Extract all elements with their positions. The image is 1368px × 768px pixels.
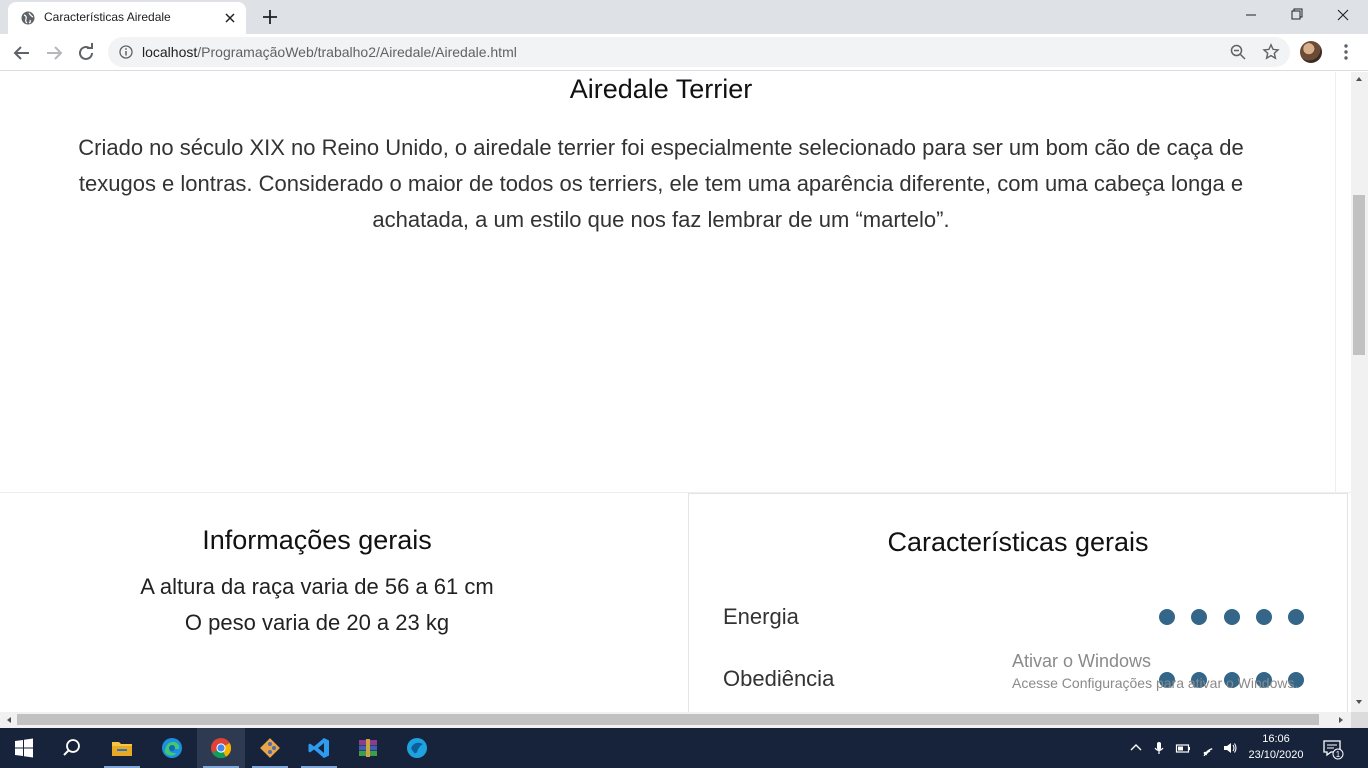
taskbar-file-explorer[interactable] <box>98 728 146 768</box>
scroll-up-arrow-icon[interactable] <box>1354 74 1364 84</box>
edge-icon <box>162 738 182 758</box>
winrar-icon <box>359 739 377 757</box>
browser-toolbar: localhost/ProgramaçãoWeb/trabalho2/Aired… <box>0 34 1368 71</box>
notification-icon[interactable]: 1 <box>1322 738 1344 760</box>
system-tray <box>1124 728 1244 768</box>
url-path: /ProgramaçãoWeb/trabalho2/Airedale/Aired… <box>197 44 517 60</box>
more-menu-icon[interactable] <box>1336 42 1356 62</box>
info-icon[interactable] <box>119 45 133 59</box>
taskbar-vscode[interactable] <box>295 728 343 768</box>
general-info-card: Informações gerais A altura da raça vari… <box>0 493 688 712</box>
minimize-window-icon[interactable] <box>1228 0 1274 30</box>
forward-arrow-icon[interactable] <box>42 41 66 65</box>
page-viewport: Airedale Terrier Criado no século XIX no… <box>0 72 1351 712</box>
taskbar-browser-app[interactable] <box>393 728 441 768</box>
rating-dot <box>1159 609 1175 625</box>
characteristics-title: Características gerais <box>887 527 1149 557</box>
bookmark-star-icon[interactable] <box>1262 43 1280 61</box>
microphone-icon[interactable] <box>1151 740 1167 756</box>
globe-icon <box>21 11 35 25</box>
vertical-scroll-thumb[interactable] <box>1353 195 1365 355</box>
rating-dot <box>1255 609 1272 625</box>
taskbar-chrome[interactable] <box>197 728 245 768</box>
start-button[interactable] <box>0 728 48 768</box>
taskbar-edge[interactable] <box>148 728 196 768</box>
page-title: Airedale Terrier <box>569 74 753 104</box>
windows-logo-icon <box>15 738 33 758</box>
new-tab-icon[interactable] <box>260 7 280 27</box>
tab-title: Características Airedale <box>44 10 171 24</box>
wifi-icon[interactable] <box>1200 740 1216 756</box>
reload-icon[interactable] <box>74 41 98 65</box>
zoom-icon[interactable] <box>1230 44 1246 60</box>
windows-taskbar: 16:06 23/10/2020 1 <box>0 728 1368 768</box>
clock-time: 16:06 <box>1262 733 1290 745</box>
search-button[interactable] <box>48 728 96 768</box>
clock-date: 23/10/2020 <box>1248 749 1304 761</box>
general-info-title: Informações gerais <box>202 525 432 555</box>
vscode-icon <box>308 738 329 758</box>
app-icon <box>407 738 427 758</box>
scroll-down-arrow-icon[interactable] <box>1354 697 1364 707</box>
watermark-subtitle: Acesse Configurações para ativar o Windo… <box>1012 675 1299 691</box>
rating-dot <box>1191 609 1208 625</box>
search-icon <box>63 739 80 756</box>
battery-icon[interactable] <box>1175 740 1191 756</box>
rating-dot <box>1288 609 1305 625</box>
trait-label-obedience: Obediência <box>723 666 835 691</box>
weight-info: O peso varia de 20 a 23 kg <box>184 610 450 635</box>
watermark-title: Ativar o Windows <box>1012 651 1152 671</box>
rating-dot <box>1223 609 1240 625</box>
taskbar-clock[interactable]: 16:06 23/10/2020 <box>1246 731 1306 763</box>
close-tab-icon[interactable] <box>222 10 238 26</box>
taskbar-winrar[interactable] <box>344 728 392 768</box>
browser-tab[interactable]: Características Airedale <box>8 2 246 34</box>
back-arrow-icon[interactable] <box>10 41 34 65</box>
folder-icon <box>112 742 132 756</box>
scrollbar-corner <box>1351 712 1368 728</box>
chrome-icon <box>211 738 232 759</box>
vertical-scrollbar[interactable] <box>1351 72 1368 712</box>
scroll-right-arrow-icon[interactable] <box>1336 715 1346 725</box>
url-host: localhost <box>142 44 198 60</box>
restore-window-icon[interactable] <box>1274 0 1320 30</box>
trait-label-energy: Energia <box>723 604 799 629</box>
address-bar[interactable]: localhost/ProgramaçãoWeb/trabalho2/Aired… <box>108 37 1290 67</box>
notification-count: 1 <box>1336 750 1341 759</box>
profile-avatar[interactable] <box>1300 41 1322 63</box>
close-window-icon[interactable] <box>1320 0 1366 30</box>
horizontal-scroll-thumb[interactable] <box>17 714 1319 725</box>
scroll-left-arrow-icon[interactable] <box>4 715 14 725</box>
windows-activation-watermark: Ativar o Windows Acesse Configurações pa… <box>1012 651 1298 691</box>
intro-paragraph: Criado no século XIX no Reino Unido, o a… <box>78 135 1244 232</box>
browser-tabstrip: Características Airedale <box>0 0 1368 34</box>
section-divider <box>1335 72 1336 492</box>
volume-icon[interactable] <box>1222 740 1238 756</box>
git-icon <box>260 738 280 758</box>
taskbar-git[interactable] <box>246 728 294 768</box>
screen: Características Airedale localhost/Progr… <box>0 0 1368 768</box>
url-text[interactable]: localhost/ProgramaçãoWeb/trabalho2/Aired… <box>142 44 517 60</box>
height-info: A altura da raça varia de 56 a 61 cm <box>140 574 494 599</box>
chevron-up-icon[interactable] <box>1128 740 1144 756</box>
